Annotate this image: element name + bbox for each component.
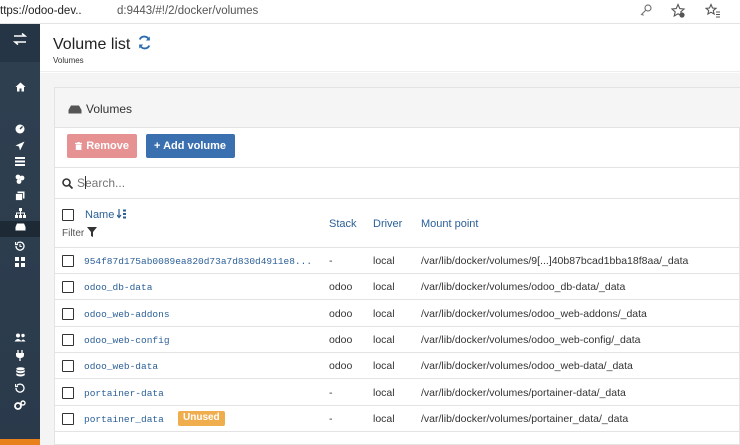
column-name-label: Name (85, 209, 115, 221)
remove-label: Remove (86, 140, 129, 152)
containers-icon[interactable] (0, 173, 40, 187)
row-checkbox[interactable] (62, 360, 74, 373)
key-icon[interactable] (639, 3, 653, 20)
search-icon (62, 178, 74, 192)
table-row[interactable]: 954f87d175ab0089ea820d73a7d830d4911e8...… (55, 248, 740, 274)
sidebar-footer-bar (0, 439, 40, 445)
table-row[interactable]: odoo_web-data odoo local/var/lib/docker/vo… (55, 353, 740, 380)
column-driver-header[interactable]: Driver (373, 218, 402, 230)
add-volume-label: + Add volume (154, 140, 227, 152)
trash-icon (75, 141, 83, 151)
url-host: ttps://odoo-dev.. (0, 5, 82, 17)
volume-stack: - (329, 255, 333, 267)
volume-stack: - (329, 386, 333, 399)
widget-header: Volumes (55, 88, 740, 128)
row-checkbox[interactable] (62, 412, 74, 425)
browser-address-bar[interactable]: ttps://odoo-dev.. d:9443/#!/2/docker/vol… (0, 0, 740, 24)
sort-icon (116, 209, 127, 219)
volume-driver: local (373, 307, 395, 320)
row-checkbox[interactable] (62, 255, 74, 267)
filter-toggle[interactable]: Filter (62, 227, 98, 239)
volume-name-link[interactable]: odoo_web-config (84, 335, 170, 346)
volume-mount-point: /var/lib/docker/volumes/odoo_db-data/_da… (421, 281, 626, 294)
volume-stack: odoo (329, 307, 353, 320)
volume-driver: local (373, 333, 395, 346)
page-title: Volume list (53, 36, 131, 53)
volume-driver: local (373, 281, 395, 294)
endpoints-icon[interactable] (0, 349, 40, 363)
table-row[interactable]: portainer-data - local/var/lib/docker/volu… (55, 380, 740, 406)
volume-driver: local (373, 255, 395, 267)
images-icon[interactable] (0, 190, 40, 204)
volume-driver: local (373, 360, 395, 373)
history-icon[interactable] (0, 382, 40, 396)
main-content: Volume list Volumes Volumes Remove + Add… (40, 24, 740, 445)
search-input[interactable] (77, 176, 377, 190)
table-row[interactable]: odoo_db-data odoo local/var/lib/docker/vol… (55, 274, 740, 301)
select-all-checkbox[interactable] (62, 209, 74, 221)
switch-endpoint-icon[interactable] (0, 32, 40, 46)
filter-label: Filter (62, 228, 85, 239)
filter-icon (87, 227, 98, 237)
row-checkbox[interactable] (62, 281, 74, 294)
url-path: d:9443/#!/2/docker/volumes (117, 5, 259, 17)
volume-name-link[interactable]: odoo_db-data (84, 282, 152, 293)
volume-stack: odoo (329, 333, 353, 346)
dashboard-icon[interactable] (0, 123, 40, 137)
registries-icon[interactable] (0, 366, 40, 380)
stacks-icon[interactable] (0, 156, 40, 170)
volume-mount-point: /var/lib/docker/volumes/portainer-data/_… (421, 386, 626, 399)
search-bar (55, 167, 740, 199)
volume-mount-point: /var/lib/docker/volumes/odoo_web-config/… (421, 333, 641, 346)
networks-icon[interactable] (0, 207, 40, 221)
column-name-header[interactable]: Name (85, 209, 127, 221)
volume-stack: odoo (329, 281, 353, 294)
remove-button[interactable]: Remove (67, 134, 137, 158)
volume-mount-point: /var/lib/docker/volumes/odoo_web-data/_d… (421, 360, 633, 373)
volume-stack: odoo (329, 360, 353, 373)
volume-name-link[interactable]: odoo_web-addons (84, 309, 170, 320)
volume-mount-point: /var/lib/docker/volumes/portainer_data/_… (421, 412, 629, 425)
column-mount-header[interactable]: Mount point (421, 218, 478, 230)
home-icon[interactable] (0, 81, 40, 95)
row-checkbox[interactable] (62, 386, 74, 399)
column-stack-header[interactable]: Stack (329, 218, 357, 230)
table-row[interactable]: portainer_data - local/var/lib/docker/volu… (55, 406, 740, 432)
unused-badge: Unused (178, 410, 225, 426)
breadcrumb: Volumes (53, 56, 84, 65)
favorites-list-icon[interactable] (704, 3, 721, 22)
row-checkbox[interactable] (62, 307, 74, 320)
volume-mount-point: /var/lib/docker/volumes/9[...]40b87bcad1… (421, 255, 689, 267)
add-volume-button[interactable]: + Add volume (146, 134, 235, 158)
hdd-icon (68, 103, 82, 117)
users-icon[interactable] (0, 332, 40, 346)
favorite-star-icon[interactable] (670, 3, 686, 22)
volume-driver: local (373, 386, 395, 399)
engine-icon[interactable] (0, 256, 40, 270)
table-header: Name Filter Stack Driver Mount point (55, 199, 740, 248)
settings-icon[interactable] (0, 399, 40, 413)
volume-name-link[interactable]: portainer-data (84, 388, 164, 399)
volume-stack: - (329, 412, 333, 425)
app-templates-icon[interactable] (0, 140, 40, 154)
table-row[interactable]: odoo_web-config odoo local/var/lib/docker/… (55, 327, 740, 353)
row-checkbox[interactable] (62, 333, 74, 346)
sidebar (0, 24, 40, 445)
volume-name-link[interactable]: 954f87d175ab0089ea820d73a7d830d4911e8... (84, 256, 312, 267)
volumes-icon[interactable] (0, 222, 40, 236)
volume-name-link[interactable]: portainer_data (84, 414, 164, 425)
refresh-icon[interactable] (137, 35, 152, 53)
volume-name-link[interactable]: odoo_web-data (84, 361, 158, 372)
text-caret (85, 176, 86, 189)
volume-mount-point: /var/lib/docker/volumes/odoo_web-addons/… (421, 307, 647, 320)
volumes-widget: Volumes Remove + Add volume Name Filter (54, 87, 740, 445)
volume-driver: local (373, 412, 395, 425)
page-header: Volume list Volumes (40, 24, 740, 72)
table-row[interactable]: odoo_web-addons odoo local/var/lib/docker/… (55, 301, 740, 327)
widget-title: Volumes (86, 102, 133, 116)
events-icon[interactable] (0, 240, 40, 254)
